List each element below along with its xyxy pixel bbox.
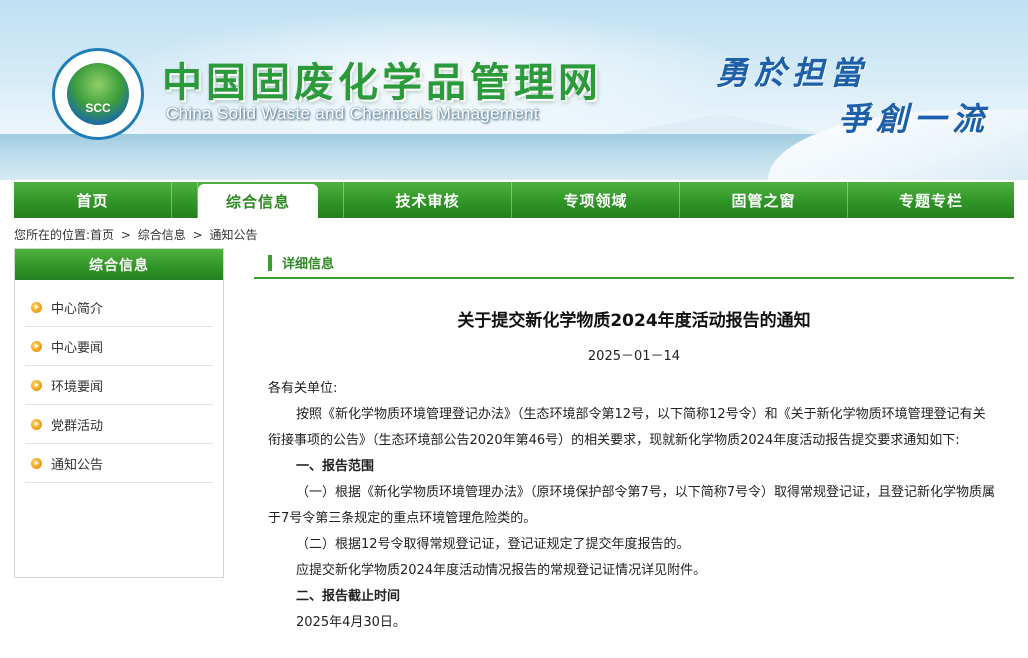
sidebar-item-label: 中心要闻 xyxy=(51,340,104,356)
bullet-arrow-icon xyxy=(31,379,42,391)
sidebar-item-label: 中心简介 xyxy=(51,301,104,317)
article-paragraph: （二）根据12号令取得常规登记证，登记证规定了提交年度报告的。 xyxy=(296,537,690,552)
nav-item-technical-review[interactable]: 技术审核 xyxy=(344,182,512,218)
sidebar-item-label: 通知公告 xyxy=(51,457,104,473)
header-banner: SCC 中国固废化学品管理网 China Solid Waste and Che… xyxy=(0,0,1028,180)
sidebar-item-party-activities[interactable]: 党群活动 xyxy=(25,405,213,444)
nav-item-special-fields[interactable]: 专项领域 xyxy=(512,182,680,218)
site-title: 中国固废化学品管理网 xyxy=(162,59,602,106)
nav-spacer xyxy=(318,182,344,218)
article-body: 各有关单位: 按照《新化学物质环境管理登记办法》（生态环境部令第12号，以下简称… xyxy=(254,376,1014,636)
article-paragraph: （一）根据《新化学物质环境管理办法》（原环境保护部令第7号，以下简称7号令）取得… xyxy=(268,485,996,526)
bullet-arrow-icon xyxy=(31,457,42,469)
bullet-arrow-icon xyxy=(31,418,42,430)
sidebar-item-notices[interactable]: 通知公告 xyxy=(25,444,213,483)
nav-item-special-columns[interactable]: 专题专栏 xyxy=(848,182,1014,218)
bullet-arrow-icon xyxy=(31,301,42,313)
nav-item-home[interactable]: 首页 xyxy=(14,182,172,218)
sidebar-item-center-news[interactable]: 中心要闻 xyxy=(25,327,213,366)
bullet-arrow-icon xyxy=(31,340,42,352)
nav-spacer xyxy=(172,182,198,218)
article-heading: 一、报告范围 xyxy=(296,459,375,474)
slogan-line-1: 勇於担當 xyxy=(716,54,869,92)
sidebar: 综合信息 中心简介 中心要闻 环境要闻 党群活动 通知公告 xyxy=(14,248,224,578)
main-nav: 首页 综合信息 技术审核 专项领域 固管之窗 专题专栏 xyxy=(14,182,1014,218)
breadcrumb-separator: > xyxy=(192,228,203,242)
article-date: 2025－01－14 xyxy=(587,349,681,364)
breadcrumb-general-info[interactable]: 综合信息 xyxy=(138,228,186,242)
article-paragraph: 按照《新化学物质环境管理登记办法》（生态环境部令第12号，以下简称12号令）和《… xyxy=(268,407,986,448)
site-subtitle: China Solid Waste and Chemicals Manageme… xyxy=(166,104,539,123)
section-header: 详细信息 xyxy=(254,248,1014,279)
sidebar-item-environment-news[interactable]: 环境要闻 xyxy=(25,366,213,405)
section-marker xyxy=(268,254,272,271)
main-content: 详细信息 关于提交新化学物质2024年度活动报告的通知 2025－01－14 各… xyxy=(254,248,1014,636)
sidebar-item-label: 党群活动 xyxy=(51,418,104,434)
sidebar-item-label: 环境要闻 xyxy=(51,379,104,395)
nav-item-solid-waste-window[interactable]: 固管之窗 xyxy=(680,182,848,218)
sidebar-title: 综合信息 xyxy=(15,249,223,280)
section-title: 详细信息 xyxy=(282,257,335,272)
breadcrumb: 您所在的位置:首页 > 综合信息 > 通知公告 xyxy=(14,226,258,243)
article-salutation: 各有关单位: xyxy=(268,381,338,396)
site-logo[interactable]: SCC xyxy=(52,48,144,140)
sidebar-menu: 中心简介 中心要闻 环境要闻 党群活动 通知公告 xyxy=(15,280,223,483)
breadcrumb-home[interactable]: 首页 xyxy=(90,228,114,242)
nav-item-general-info[interactable]: 综合信息 xyxy=(198,184,318,218)
article-paragraph: 应提交新化学物质2024年度活动情况报告的常规登记证情况详见附件。 xyxy=(296,563,707,578)
article-title: 关于提交新化学物质2024年度活动报告的通知 xyxy=(457,311,811,331)
article-heading: 二、报告截止时间 xyxy=(296,589,401,604)
breadcrumb-notices[interactable]: 通知公告 xyxy=(210,228,258,242)
logo-globe-icon: SCC xyxy=(67,63,129,125)
sidebar-item-center-intro[interactable]: 中心简介 xyxy=(25,288,213,327)
logo-text: SCC xyxy=(85,101,111,115)
article-paragraph: 2025年4月30日。 xyxy=(296,615,406,630)
slogan-line-2: 爭創一流 xyxy=(838,100,991,138)
breadcrumb-prefix: 您所在的位置: xyxy=(14,228,91,242)
breadcrumb-separator: > xyxy=(120,228,131,242)
